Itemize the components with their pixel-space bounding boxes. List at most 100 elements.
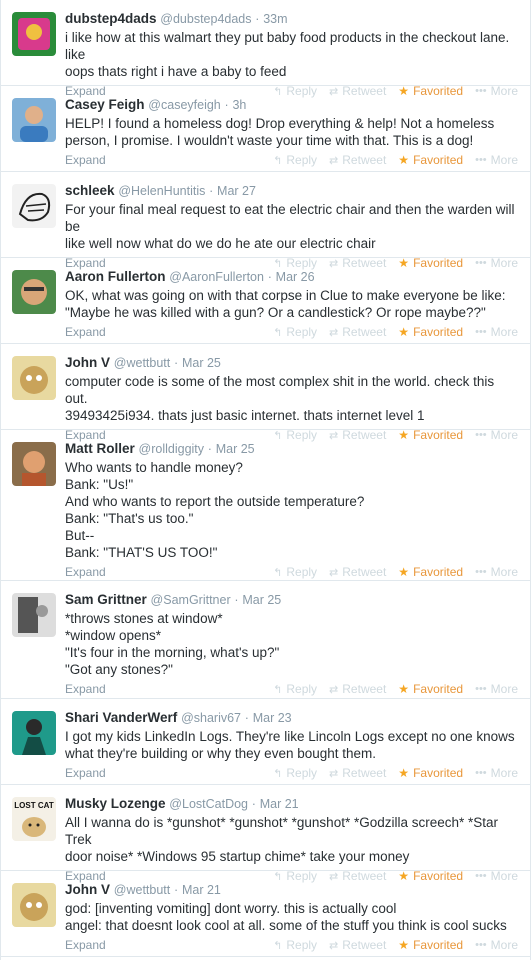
more-button[interactable]: ••• More [475,682,518,696]
separator-dot: · [207,442,212,456]
handle[interactable]: @HelenHuntitis [118,184,205,198]
display-name[interactable]: Sam Grittner [65,592,147,607]
avatar[interactable] [12,593,56,637]
timestamp[interactable]: Mar 27 [217,184,256,198]
retweet-button[interactable]: ⇄ Retweet [329,325,386,339]
retweet-button[interactable]: ⇄ Retweet [329,153,386,167]
avatar[interactable] [12,270,56,314]
reply-label: Reply [286,682,318,696]
retweet-icon: ⇄ [329,566,339,579]
display-name[interactable]: Shari VanderWerf [65,710,177,725]
more-button[interactable]: ••• More [475,153,518,167]
tweet-text: computer code is some of the most comple… [65,374,495,423]
timestamp[interactable]: Mar 21 [260,797,299,811]
reply-button[interactable]: ↰ Reply [273,938,317,952]
favorite-button[interactable]: ★ Favorited [398,325,463,339]
favorited-label: Favorited [413,766,464,780]
display-name[interactable]: Matt Roller [65,441,135,456]
display-name[interactable]: Aaron Fullerton [65,269,166,284]
handle[interactable]: @rolldiggity [139,442,205,456]
tweet-header: Casey Feigh @caseyfeigh · 3h [65,96,518,114]
handle[interactable]: @wettbutt [114,356,170,370]
expand-link[interactable]: Expand [65,766,261,780]
timestamp[interactable]: Mar 23 [253,711,292,725]
handle[interactable]: @dubstep4dads [160,12,251,26]
reply-button[interactable]: ↰ Reply [273,153,317,167]
reply-button[interactable]: ↰ Reply [273,565,317,579]
timestamp[interactable]: Mar 25 [182,356,221,370]
display-name[interactable]: Musky Lozenge [65,796,166,811]
more-button[interactable]: ••• More [475,325,518,339]
retweet-button[interactable]: ⇄ Retweet [329,766,386,780]
handle[interactable]: @LostCatDog [169,797,248,811]
tweet[interactable]: Aaron Fullerton @AaronFullerton · Mar 26… [1,258,530,344]
tweet-actions: ↰ Reply ⇄ Retweet ★ Favorited ••• More [261,682,518,696]
more-label: More [490,565,518,579]
reply-button[interactable]: ↰ Reply [273,325,317,339]
more-button[interactable]: ••• More [475,565,518,579]
tweet-actions: ↰ Reply ⇄ Retweet ★ Favorited ••• More [261,766,518,780]
tweet[interactable]: LOST CAT Musky Lozenge @LostCatDog · Mar… [1,785,530,883]
favorite-button[interactable]: ★ Favorited [398,766,463,780]
reply-label: Reply [286,565,318,579]
avatar[interactable] [12,98,56,142]
timestamp[interactable]: Mar 21 [182,883,221,897]
avatar[interactable] [12,12,56,56]
more-button[interactable]: ••• More [475,938,518,952]
retweet-button[interactable]: ⇄ Retweet [329,682,386,696]
display-name[interactable]: Casey Feigh [65,97,145,112]
timestamp[interactable]: Mar 25 [242,593,281,607]
avatar[interactable] [12,356,56,400]
tweet-actions: ↰ Reply ⇄ Retweet ★ Favorited ••• More [261,938,518,952]
favorite-button[interactable]: ★ Favorited [398,153,463,167]
display-name[interactable]: John V [65,355,110,370]
display-name[interactable]: schleek [65,183,115,198]
expand-link[interactable]: Expand [65,938,261,952]
timestamp[interactable]: 3h [232,98,246,112]
tweet[interactable]: Sam Grittner @SamGrittner · Mar 25 *thro… [1,581,530,699]
retweet-button[interactable]: ⇄ Retweet [329,565,386,579]
handle[interactable]: @shariv67 [181,711,241,725]
tweet[interactable]: Shari VanderWerf @shariv67 · Mar 23 I go… [1,699,530,785]
tweet[interactable]: John V @wettbutt · Mar 21 god: [inventin… [1,871,530,957]
tweet[interactable]: John V @wettbutt · Mar 25 computer code … [1,344,530,442]
timestamp[interactable]: Mar 26 [276,270,315,284]
favorite-button[interactable]: ★ Favorited [398,682,463,696]
reply-icon: ↰ [273,154,283,167]
avatar[interactable] [12,442,56,486]
handle[interactable]: @AaronFullerton [169,270,264,284]
star-icon: ★ [398,766,410,780]
timestamp[interactable]: 33m [263,12,287,26]
reply-button[interactable]: ↰ Reply [273,766,317,780]
tweet[interactable]: dubstep4dads @dubstep4dads · 33m i like … [1,0,530,98]
favorite-button[interactable]: ★ Favorited [398,938,463,952]
timestamp[interactable]: Mar 25 [216,442,255,456]
handle[interactable]: @caseyfeigh [148,98,220,112]
expand-link[interactable]: Expand [65,565,261,579]
more-label: More [490,153,518,167]
avatar[interactable] [12,883,56,927]
expand-link[interactable]: Expand [65,153,261,167]
separator-dot: · [209,184,214,198]
favorite-button[interactable]: ★ Favorited [398,565,463,579]
display-name[interactable]: dubstep4dads [65,11,157,26]
tweet[interactable]: Matt Roller @rolldiggity · Mar 25 Who wa… [1,430,530,581]
star-icon: ★ [398,938,410,952]
tweet-footer: Expand ↰ Reply ⇄ Retweet ★ Favorited ••• Mor… [65,937,518,953]
expand-link[interactable]: Expand [65,325,261,339]
handle[interactable]: @SamGrittner [151,593,231,607]
expand-link[interactable]: Expand [65,682,261,696]
tweet[interactable]: schleek @HelenHuntitis · Mar 27 For your… [1,172,530,270]
display-name[interactable]: John V [65,882,110,897]
avatar[interactable]: LOST CAT [12,797,56,841]
tweet[interactable]: Casey Feigh @caseyfeigh · 3h HELP! I fou… [1,86,530,172]
reply-label: Reply [286,153,318,167]
tweet-actions: ↰ Reply ⇄ Retweet ★ Favorited ••• More [261,565,518,579]
retweet-icon: ⇄ [329,683,339,696]
reply-button[interactable]: ↰ Reply [273,682,317,696]
more-button[interactable]: ••• More [475,766,518,780]
handle[interactable]: @wettbutt [114,883,170,897]
avatar[interactable] [12,184,56,228]
retweet-button[interactable]: ⇄ Retweet [329,938,386,952]
avatar[interactable] [12,711,56,755]
